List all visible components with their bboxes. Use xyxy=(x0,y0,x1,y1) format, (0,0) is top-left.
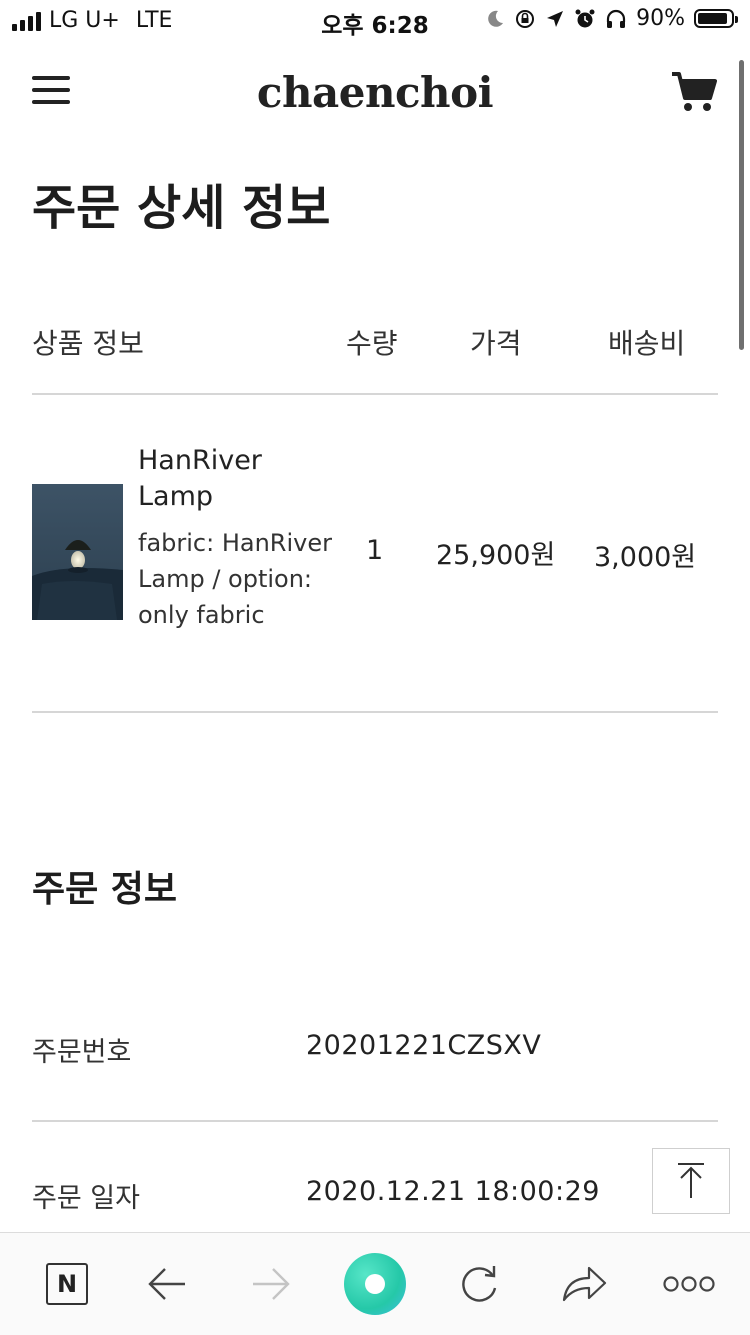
site-header: chaenchoi xyxy=(0,50,750,140)
order-date-value: 2020.12.21 18:00:29 xyxy=(306,1176,600,1207)
reload-icon[interactable] xyxy=(450,1255,508,1313)
table-row: HanRiver Lamp fabric: HanRiver Lamp / op… xyxy=(32,393,718,713)
moon-icon xyxy=(488,10,504,27)
naver-n-icon[interactable]: N xyxy=(38,1255,96,1313)
battery-percent: 90% xyxy=(636,6,685,31)
naver-n-label: N xyxy=(46,1263,88,1305)
page-title: 주문 상세 정보 xyxy=(32,180,331,236)
battery-fill xyxy=(698,13,727,24)
product-name[interactable]: HanRiver Lamp xyxy=(138,443,328,515)
scroll-to-top-button[interactable] xyxy=(652,1148,730,1214)
order-number-row: 주문번호 20201221CZSXV xyxy=(32,1030,718,1122)
cart-icon[interactable] xyxy=(670,70,718,114)
alarm-icon xyxy=(575,9,595,27)
status-bar: LG U+ LTE 오후 6:28 90% xyxy=(0,0,750,40)
order-info-title: 주문 정보 xyxy=(32,869,178,910)
product-option: fabric: HanRiver Lamp / option: only fab… xyxy=(138,529,332,629)
rotation-lock-icon xyxy=(516,9,535,28)
more-icon[interactable] xyxy=(660,1255,718,1313)
header-price: 가격 xyxy=(470,327,522,360)
arrow-up-icon xyxy=(678,1163,704,1198)
battery-icon xyxy=(694,9,738,28)
product-shipping: 3,000원 xyxy=(594,542,697,573)
product-quantity: 1 xyxy=(366,535,384,566)
scrollbar[interactable] xyxy=(739,60,744,350)
browser-toolbar: N xyxy=(0,1232,750,1335)
status-right: 90% xyxy=(485,6,738,31)
header-quantity: 수량 xyxy=(346,327,398,360)
header-shipping: 배송비 xyxy=(608,327,686,360)
green-dot-center xyxy=(365,1274,385,1294)
site-logo[interactable]: chaenchoi xyxy=(0,68,750,117)
share-icon[interactable] xyxy=(555,1255,613,1313)
order-date-label: 주문 일자 xyxy=(32,1183,140,1214)
order-number-label: 주문번호 xyxy=(32,1037,132,1068)
location-icon xyxy=(547,10,564,27)
product-thumbnail[interactable] xyxy=(32,484,123,620)
order-number-value: 20201221CZSXV xyxy=(306,1030,542,1061)
headphones-icon xyxy=(606,9,626,28)
green-dot-icon[interactable] xyxy=(344,1253,406,1315)
table-header: 상품 정보 수량 가격 배송비 xyxy=(32,318,718,395)
forward-arrow-icon[interactable] xyxy=(242,1255,300,1313)
back-arrow-icon[interactable] xyxy=(138,1255,196,1313)
product-price: 25,900원 xyxy=(436,540,556,571)
header-product: 상품 정보 xyxy=(32,327,144,360)
